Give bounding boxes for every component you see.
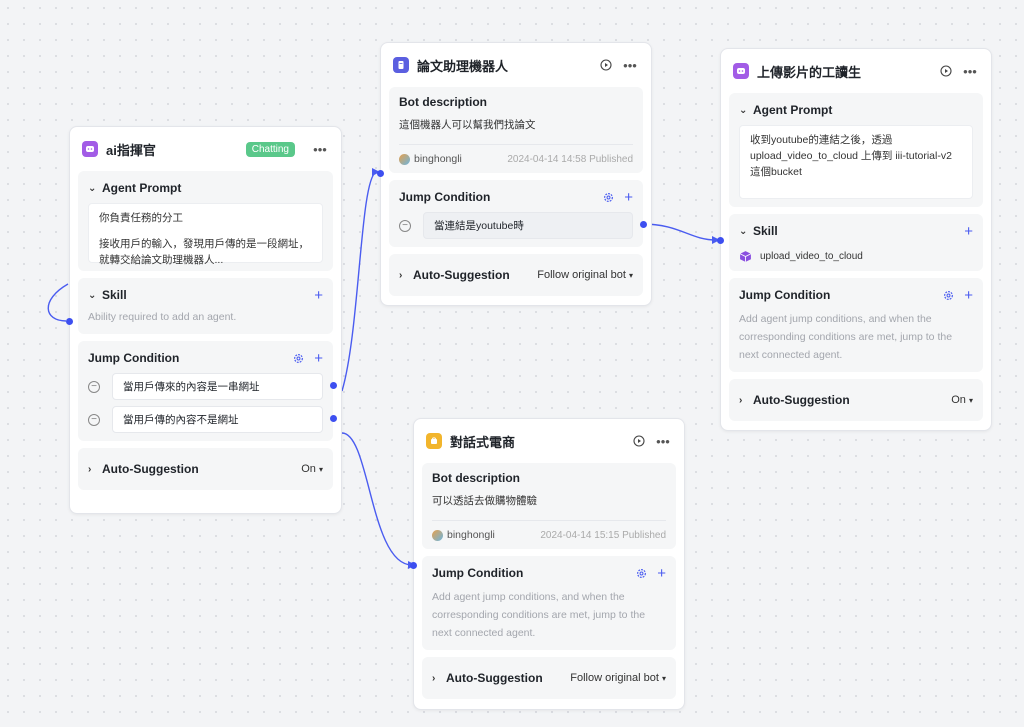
output-port[interactable] (640, 221, 647, 228)
agent-prompt-textbox[interactable]: 你負責任務的分工 接收用戶的輸入，發現用戶傳的是一段網址，就轉交給論文助理機器人… (88, 203, 323, 266)
play-icon[interactable] (630, 432, 648, 450)
chevron-right-icon: › (739, 394, 743, 406)
chevron-down-icon[interactable]: ⌄ (739, 226, 753, 237)
auto-suggestion-dropdown[interactable]: On ▾ (951, 394, 973, 406)
auto-suggestion-dropdown[interactable]: Follow original bot ▾ (537, 269, 633, 281)
agent-prompt-header[interactable]: ⌄ Agent Prompt (88, 179, 323, 197)
auto-suggestion-dropdown[interactable]: Follow original bot ▾ (570, 672, 666, 684)
caret-down-icon: ▾ (661, 674, 666, 683)
more-options-icon[interactable]: ••• (621, 56, 639, 74)
avatar (399, 153, 410, 165)
remove-condition-icon[interactable]: − (88, 380, 100, 393)
chevron-right-icon: › (399, 269, 403, 281)
wire-start-to-commander (47, 283, 69, 322)
condition-input[interactable]: 當用戶傳的內容不是網址 (112, 406, 323, 433)
auto-suggestion-section: › Auto-Suggestion On ▾ (78, 448, 333, 490)
skill-item[interactable]: upload_video_to_cloud (739, 250, 973, 263)
play-icon[interactable] (597, 56, 615, 74)
chevron-right-icon: › (88, 463, 92, 475)
input-port[interactable] (410, 562, 417, 569)
auto-suggestion-section: › Auto-Suggestion Follow original bot ▾ (389, 254, 643, 296)
input-port[interactable] (66, 318, 73, 325)
jump-condition-section: Jump Condition + − 當連結是youtube時 (389, 180, 647, 247)
bot-meta: binghongli 2024-04-14 15:15 Published (432, 520, 666, 541)
condition-input[interactable]: 當用戶傳來的內容是一串網址 (112, 373, 323, 400)
more-options-icon[interactable]: ••• (961, 62, 979, 80)
avatar (432, 529, 443, 541)
output-port[interactable] (330, 415, 337, 422)
agent-card-conversational-commerce[interactable]: 對話式電商 ••• Bot description 可以透話去做購物體驗 bin… (410, 418, 685, 710)
agent-card-commander[interactable]: ai指揮官 Chatting ••• ⌄ Agent Prompt 你負責任務的… (66, 126, 342, 514)
condition-input[interactable]: 當連結是youtube時 (423, 212, 633, 239)
chat-bot-icon (82, 141, 98, 157)
agent-card-video-uploader[interactable]: 上傳影片的工讀生 ••• ⌄ Agent Prompt 收到youtube的連結… (717, 48, 992, 431)
agent-prompt-header[interactable]: ⌄ Agent Prompt (739, 101, 973, 119)
card-header: 論文助理機器人 ••• (389, 43, 643, 87)
chevron-down-icon[interactable]: ⌄ (88, 290, 102, 301)
card-header: 對話式電商 ••• (422, 419, 676, 463)
add-skill-icon[interactable]: + (314, 287, 323, 304)
card-title: 對話式電商 (450, 434, 516, 450)
shop-bot-icon (426, 433, 442, 449)
jump-condition-section: Jump Condition + Add agent jump conditio… (422, 556, 676, 650)
input-port[interactable] (377, 170, 384, 177)
skill-placeholder: Ability required to add an agent. (88, 311, 237, 323)
auto-suggestion-section: › Auto-Suggestion On ▾ (729, 379, 983, 421)
add-skill-icon[interactable]: + (964, 223, 973, 240)
input-port[interactable] (717, 237, 724, 244)
condition-row: − 當用戶傳的內容不是網址 (88, 406, 337, 433)
caret-down-icon: ▾ (318, 465, 323, 474)
remove-condition-icon[interactable]: − (399, 219, 411, 232)
agent-prompt-textbox[interactable]: 收到youtube的連結之後，透過 upload_video_to_cloud … (739, 125, 973, 199)
bot-description-section: Bot description 這個機器人可以幫我們找論文 binghongli… (389, 87, 643, 173)
gear-icon[interactable] (293, 353, 304, 364)
card-title: ai指揮官 (106, 142, 156, 158)
wire-paper-to-uploader (641, 223, 717, 241)
agent-prompt-section: ⌄ Agent Prompt 你負責任務的分工 接收用戶的輸入，發現用戶傳的是一… (78, 171, 333, 271)
jump-condition-placeholder: Add agent jump conditions, and when the … (739, 313, 953, 361)
status-badge: Chatting (245, 141, 295, 157)
add-condition-icon[interactable]: + (314, 350, 323, 367)
chat-bot-icon (733, 63, 749, 79)
agent-card-paper-assistant[interactable]: 論文助理機器人 ••• Bot description 這個機器人可以幫我們找論… (377, 42, 652, 306)
card-header: ai指揮官 Chatting ••• (78, 127, 333, 171)
caret-down-icon: ▾ (628, 271, 633, 280)
cube-icon (739, 250, 752, 263)
play-icon[interactable] (937, 62, 955, 80)
auto-suggestion-section: › Auto-Suggestion Follow original bot ▾ (422, 657, 676, 699)
add-condition-icon[interactable]: + (657, 565, 666, 582)
chevron-down-icon: ⌄ (88, 182, 97, 194)
jump-condition-section: Jump Condition + − 當用戶傳來的內容是一串網址 − 當用戶傳的… (78, 341, 337, 441)
gear-icon[interactable] (603, 192, 614, 203)
gear-icon[interactable] (943, 290, 954, 301)
add-condition-icon[interactable]: + (964, 287, 973, 304)
gear-icon[interactable] (636, 568, 647, 579)
card-title: 論文助理機器人 (417, 58, 509, 74)
wire-commander-to-ecommerce (341, 432, 413, 566)
condition-row: − 當連結是youtube時 (399, 212, 647, 239)
more-options-icon[interactable]: ••• (654, 432, 672, 450)
jump-condition-section: Jump Condition + Add agent jump conditio… (729, 278, 983, 372)
wire-commander-to-paper (341, 171, 377, 392)
chevron-right-icon: › (432, 672, 436, 684)
skill-section: ⌄ Skill + Ability required to add an age… (78, 278, 333, 334)
remove-condition-icon[interactable]: − (88, 413, 100, 426)
skill-section: ⌄ Skill + upload_video_to_cloud (729, 214, 983, 271)
add-condition-icon[interactable]: + (624, 189, 633, 206)
condition-row: − 當用戶傳來的內容是一串網址 (88, 373, 337, 400)
auto-suggestion-dropdown[interactable]: On ▾ (301, 463, 323, 475)
doc-bot-icon (393, 57, 409, 73)
output-port[interactable] (330, 382, 337, 389)
caret-down-icon: ▾ (968, 396, 973, 405)
agent-prompt-section: ⌄ Agent Prompt 收到youtube的連結之後，透過 upload_… (729, 93, 983, 207)
bot-meta: binghongli 2024-04-14 14:58 Published (399, 144, 633, 165)
card-header: 上傳影片的工讀生 ••• (729, 49, 983, 93)
more-options-icon[interactable]: ••• (311, 140, 329, 158)
bot-description-section: Bot description 可以透話去做購物體驗 binghongli 20… (422, 463, 676, 549)
card-title: 上傳影片的工讀生 (757, 64, 862, 80)
chevron-down-icon: ⌄ (739, 104, 748, 116)
jump-condition-placeholder: Add agent jump conditions, and when the … (432, 591, 646, 639)
